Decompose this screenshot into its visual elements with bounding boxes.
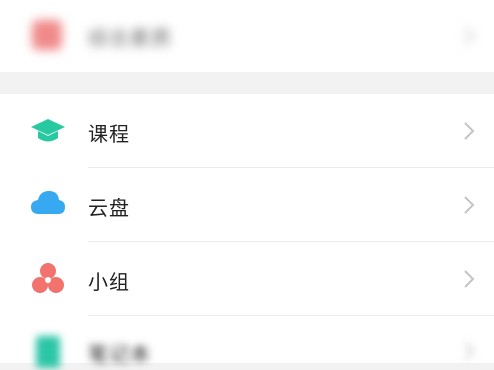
chevron-right-icon <box>462 268 476 290</box>
menu-item-course[interactable]: 课程 <box>0 94 494 168</box>
cloud-icon <box>30 186 66 222</box>
chevron-right-icon <box>462 340 476 362</box>
menu-item-notes[interactable]: 笔记本 <box>0 316 494 368</box>
chevron-right-icon <box>462 194 476 216</box>
menu-item-label: 综合素质 <box>88 26 172 50</box>
menu-item-label: 云盘 <box>88 196 130 220</box>
menu-item-top[interactable]: 综合素质 <box>0 0 494 72</box>
chevron-right-icon <box>462 25 476 47</box>
app-icon <box>30 18 66 54</box>
section-divider <box>0 72 494 94</box>
menu-item-group[interactable]: 小组 <box>0 242 494 316</box>
chevron-right-icon <box>462 120 476 142</box>
menu-item-label: 课程 <box>88 122 130 146</box>
graduation-cap-icon <box>30 113 66 149</box>
group-icon <box>30 261 66 297</box>
menu-item-cloud[interactable]: 云盘 <box>0 168 494 242</box>
menu-item-label: 小组 <box>88 270 130 294</box>
notebook-icon <box>30 334 66 370</box>
